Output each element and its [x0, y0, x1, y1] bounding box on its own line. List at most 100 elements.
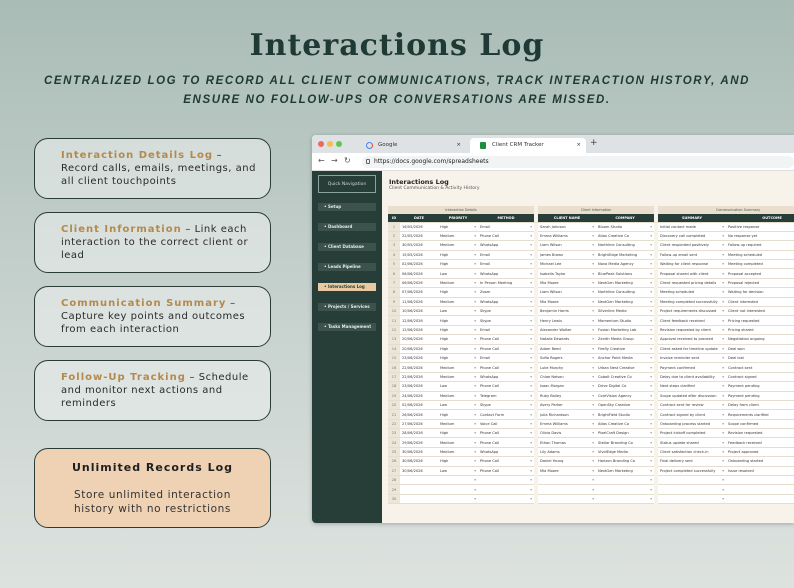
table-cell[interactable]: 06/06/2026: [400, 268, 438, 279]
table-cell[interactable]: ▾ Approval received to proceed: [658, 334, 727, 345]
table-cell[interactable]: ▾: [538, 494, 597, 505]
table-cell[interactable]: ▾ Chloe Nelson: [538, 372, 597, 383]
table-cell[interactable]: ▾ Firefly Creative: [596, 344, 655, 354]
table-cell[interactable]: 16/05/2026: [400, 222, 438, 232]
dropdown-caret-icon[interactable]: ▾: [530, 281, 532, 285]
table-cell[interactable]: ▾ High: [438, 353, 478, 364]
table-cell[interactable]: 22/05/2026: [400, 231, 438, 242]
table-cell[interactable]: ▾Pricing shared: [726, 325, 794, 336]
table-cell[interactable]: ▾ Email: [478, 353, 535, 364]
column-header[interactable]: OUTCOME: [726, 214, 794, 223]
dropdown-caret-icon[interactable]: ▾: [722, 281, 724, 285]
table-cell[interactable]: 24/06/2026: [400, 391, 438, 401]
table-cell[interactable]: ▾ WhatsApp: [478, 268, 535, 279]
table-cell[interactable]: ▾ Phone Call: [478, 437, 535, 448]
table-cell[interactable]: ▾ Telegram: [478, 391, 535, 401]
dropdown-caret-icon[interactable]: ▾: [650, 403, 652, 407]
table-cell[interactable]: ▾ Liam Wilson: [538, 240, 597, 251]
dropdown-caret-icon[interactable]: ▾: [722, 272, 724, 276]
dropdown-caret-icon[interactable]: ▾: [530, 394, 532, 398]
close-tab-icon[interactable]: ×: [456, 138, 461, 153]
table-cell[interactable]: ▾Revision requested: [726, 428, 794, 439]
table-cell[interactable]: 28/06/2026: [400, 428, 438, 439]
reload-icon[interactable]: ↻: [344, 156, 351, 165]
table-cell[interactable]: ▾ Sofia Rogers: [538, 353, 597, 364]
dropdown-caret-icon[interactable]: ▾: [722, 394, 724, 398]
forward-arrow-icon[interactable]: →: [331, 156, 338, 165]
dropdown-caret-icon[interactable]: ▾: [650, 384, 652, 388]
dropdown-caret-icon[interactable]: ▾: [650, 300, 652, 304]
table-cell[interactable]: ▾ Skype: [478, 306, 535, 317]
dropdown-caret-icon[interactable]: ▾: [650, 497, 652, 501]
table-cell[interactable]: ▾ Isabella Taylor: [538, 268, 597, 279]
dropdown-caret-icon[interactable]: ▾: [650, 225, 652, 229]
table-cell[interactable]: ▾ High: [438, 409, 478, 420]
table-cell[interactable]: ▾ Emma Williams: [538, 419, 597, 430]
dropdown-caret-icon[interactable]: ▾: [650, 394, 652, 398]
dropdown-caret-icon[interactable]: ▾: [530, 234, 532, 238]
table-cell[interactable]: ▾ Benjamin Harris: [538, 306, 597, 317]
dropdown-caret-icon[interactable]: ▾: [530, 300, 532, 304]
dropdown-caret-icon[interactable]: ▾: [474, 281, 476, 285]
dropdown-caret-icon[interactable]: ▾: [474, 459, 476, 463]
table-cell[interactable]: ▾ WhatsApp: [478, 372, 535, 383]
table-cell[interactable]: ▾ Follow-up email sent: [658, 250, 727, 261]
table-cell[interactable]: ▾ Low: [438, 268, 478, 279]
dropdown-caret-icon[interactable]: ▾: [592, 469, 594, 473]
table-cell[interactable]: ▾ In Person Meeting: [478, 278, 535, 289]
dropdown-caret-icon[interactable]: ▾: [722, 431, 724, 435]
table-cell[interactable]: ▾Meeting scheduled: [726, 250, 794, 261]
table-cell[interactable]: ▾ WhatsApp: [478, 297, 535, 308]
dropdown-caret-icon[interactable]: ▾: [474, 497, 476, 501]
table-cell[interactable]: ▾ Drive Digital Co: [596, 381, 655, 392]
dropdown-caret-icon[interactable]: ▾: [722, 459, 724, 463]
table-cell[interactable]: ▾: [478, 475, 535, 486]
table-cell[interactable]: [400, 475, 438, 486]
column-header[interactable]: DATE: [400, 214, 438, 223]
dropdown-caret-icon[interactable]: ▾: [722, 488, 724, 492]
dropdown-caret-icon[interactable]: ▾: [722, 478, 724, 482]
dropdown-caret-icon[interactable]: ▾: [650, 272, 652, 276]
table-cell[interactable]: 29/06/2026: [400, 437, 438, 448]
dropdown-caret-icon[interactable]: ▾: [474, 290, 476, 294]
table-cell[interactable]: 20/06/2026: [400, 344, 438, 354]
table-cell[interactable]: ▾ Atlas Creative Co: [596, 231, 655, 242]
table-cell[interactable]: ▾ BrightField Studio: [596, 409, 655, 420]
table-cell[interactable]: ▾ Stellar Branding Co: [596, 437, 655, 448]
dropdown-caret-icon[interactable]: ▾: [722, 309, 724, 313]
sidebar-item-tasks-management[interactable]: • Tasks Management: [318, 323, 376, 331]
table-cell[interactable]: ▾ Ruby Bailey: [538, 391, 597, 401]
table-cell[interactable]: ▾ Urban Nest Creative: [596, 362, 655, 373]
dropdown-caret-icon[interactable]: ▾: [722, 413, 724, 417]
table-cell[interactable]: ▾Scope confirmed: [726, 419, 794, 430]
sidebar-item-client-database[interactable]: • Client Database: [318, 243, 376, 251]
dropdown-caret-icon[interactable]: ▾: [474, 272, 476, 276]
table-cell[interactable]: ▾ Low: [438, 306, 478, 317]
dropdown-caret-icon[interactable]: ▾: [592, 375, 594, 379]
table-cell[interactable]: ▾: [538, 475, 597, 486]
table-cell[interactable]: ▾ Status update shared: [658, 437, 727, 448]
table-cell[interactable]: ▾ NextGen Marketing: [596, 466, 655, 477]
back-arrow-icon[interactable]: ←: [318, 156, 325, 165]
table-cell[interactable]: ▾ High: [438, 250, 478, 261]
table-cell[interactable]: ▾: [478, 484, 535, 495]
dropdown-caret-icon[interactable]: ▾: [474, 366, 476, 370]
table-cell[interactable]: ▾ Project completed successfully: [658, 466, 727, 477]
table-cell[interactable]: 06/06/2026: [400, 278, 438, 289]
dropdown-caret-icon[interactable]: ▾: [530, 441, 532, 445]
dropdown-caret-icon[interactable]: ▾: [722, 469, 724, 473]
table-cell[interactable]: ▾ Medium: [438, 362, 478, 373]
table-cell[interactable]: ▾ Phone Call: [478, 428, 535, 439]
table-cell[interactable]: ▾ Medium: [438, 447, 478, 458]
column-header[interactable]: ID: [388, 214, 400, 223]
dropdown-caret-icon[interactable]: ▾: [650, 290, 652, 294]
dropdown-caret-icon[interactable]: ▾: [474, 309, 476, 313]
table-cell[interactable]: ▾ Luke Murphy: [538, 362, 597, 373]
table-cell[interactable]: ▾ Liam Wilson: [538, 287, 597, 298]
table-cell[interactable]: ▾ Email: [478, 325, 535, 336]
table-cell[interactable]: ▾ Low: [438, 466, 478, 477]
dropdown-caret-icon[interactable]: ▾: [474, 384, 476, 388]
table-cell[interactable]: ▾ Ethan Thomas: [538, 437, 597, 448]
table-cell[interactable]: 30/06/2026: [400, 456, 438, 467]
sidebar-item-dashboard[interactable]: • Dashboard: [318, 223, 376, 231]
